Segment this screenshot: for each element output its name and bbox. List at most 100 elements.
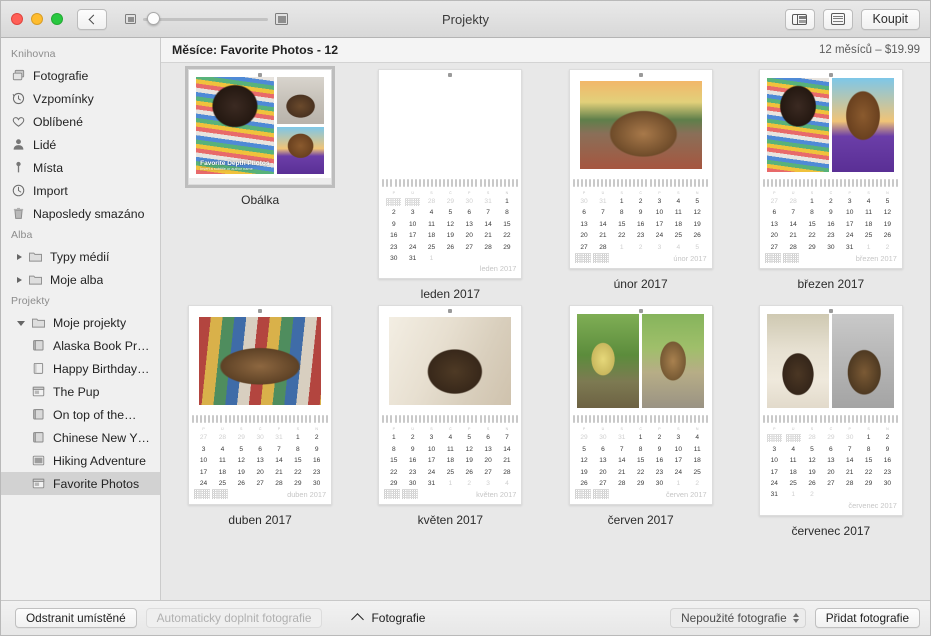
month-photo[interactable]	[767, 78, 830, 172]
calendar-day-cell: 26	[580, 479, 588, 487]
cover-title[interactable]: Favorite Depth Photos	[200, 160, 270, 167]
photos-icon	[11, 68, 26, 83]
calendar-month-page[interactable]: P Ú S Č P S N 1 2 3 4 5 6 7 8 9 10 11 12 13 14 15 16 17 18 19 20 21…	[378, 305, 523, 506]
cover-photo-pane[interactable]: Favorite Depth Photos Insert a subtitle o…	[189, 70, 332, 178]
sidebar-item-label: Fotografie	[33, 68, 89, 83]
sidebar-item-moje-alba[interactable]: Moje alba	[1, 268, 160, 291]
calendar-day-cell: 29	[864, 479, 873, 487]
month-photo[interactable]	[577, 314, 640, 409]
month-photo-layout	[766, 312, 896, 410]
zoom-slider-knob[interactable]	[147, 12, 160, 25]
calendar-month-page[interactable]: P Ú S Č P S N 30 31 1 2 3 4 5 6 7 8 9 10 11 12 13 14 15 16 17 18 19…	[568, 69, 713, 269]
sidebar-item-fotografie[interactable]: Fotografie	[1, 64, 160, 87]
sidebar-item-the-pup[interactable]: The Pup	[1, 380, 160, 403]
month-photo-pane[interactable]	[189, 306, 332, 415]
month-photo[interactable]	[642, 314, 705, 409]
remove-placed-button[interactable]: Odstranit umístěné	[15, 608, 137, 628]
calendar-day-cell: 4	[695, 434, 700, 442]
sidebar-item-vzpom-nky[interactable]: Vzpomínky	[1, 87, 160, 110]
add-photos-button[interactable]: Přidat fotografie	[814, 608, 920, 628]
sidebar-item-alaska-book-pr[interactable]: Alaska Book Pr…	[1, 334, 160, 357]
calendar-month-page[interactable]: P Ú S Č P S N 28 29 30 1 2 3 4 5 6 7 8 9 10 11 12 13 14 15 16 17 18…	[758, 305, 903, 516]
cover-photo-secondary[interactable]	[276, 127, 325, 174]
photo-filter-popup[interactable]: Nepoužité fotografie	[670, 608, 806, 628]
sidebar-item-hiking-adventure[interactable]: Hiking Adventure	[1, 449, 160, 472]
month-footer-thumbnails[interactable]	[764, 252, 799, 263]
cover-photo-main[interactable]: Favorite Depth Photos Insert a subtitle o…	[196, 77, 274, 174]
sidebar[interactable]: Knihovna Fotografie Vzpomínky Oblíbené Lidé M…	[1, 38, 161, 600]
month-photo[interactable]	[832, 78, 895, 172]
chevron-right-icon[interactable]	[17, 253, 22, 260]
chevron-down-icon[interactable]	[17, 321, 25, 326]
month-photo-pane[interactable]	[569, 70, 712, 178]
sidebar-item-naposledy-smaz-no[interactable]: Naposledy smazáno	[1, 202, 160, 225]
sidebar-item-import[interactable]: Import	[1, 179, 160, 202]
info-button[interactable]	[822, 8, 853, 30]
calendar-day-cell: 13	[256, 457, 264, 465]
memories-icon	[11, 91, 26, 106]
cover-photo-secondary[interactable]	[276, 77, 325, 124]
calendar-month-page[interactable]: P Ú S Č P S N 28 29 30 31 1 2 3 4 5 6 7 8 9 10 11 12 13 14 15 16 17…	[378, 69, 523, 280]
buy-button[interactable]: Koupit	[860, 8, 920, 30]
calendar-day-cell: 31	[275, 434, 283, 442]
sidebar-item-m-sta[interactable]: Místa	[1, 156, 160, 179]
month-photo-layout	[385, 312, 515, 410]
month-photo[interactable]	[418, 79, 482, 171]
calendar-day-cell: 27	[599, 479, 607, 487]
calendar-day-cell: 7	[619, 445, 624, 453]
cover-subtitle[interactable]: Insert a subtitle or author name	[200, 167, 270, 171]
zoom-slider-track[interactable]	[143, 12, 268, 25]
calendar-day-cell: 9	[829, 209, 833, 217]
calendar-month-page[interactable]: P Ú S Č P S N 29 30 31 1 2 3 4 5 6 7 8 9 10 11 12 13 14 15 16 17 18…	[568, 305, 713, 506]
calendar-day-cell: 10	[674, 445, 682, 453]
back-button[interactable]	[77, 8, 107, 30]
sidebar-item-happy-birthday[interactable]: Happy Birthday…	[1, 357, 160, 380]
month-photo[interactable]	[767, 314, 830, 409]
close-button[interactable]	[11, 13, 23, 25]
month-photo[interactable]	[389, 317, 512, 406]
month-photo-pane[interactable]	[759, 70, 902, 178]
sidebar-item-favorite-photos[interactable]: Favorite Photos	[1, 472, 160, 495]
photos-tray-toggle[interactable]: Fotografie	[351, 611, 425, 626]
month-mini-thumbnail[interactable]	[784, 432, 803, 443]
month-photo-pane[interactable]	[569, 306, 712, 415]
month-footer-thumbnails[interactable]	[194, 489, 229, 500]
zoom-slider[interactable]	[125, 12, 288, 25]
pages-canvas[interactable]: Favorite Depth Photos Insert a subtitle o…	[161, 63, 930, 600]
calendar-day-cell: 25	[789, 479, 797, 487]
calendar-day-cell: 25	[693, 468, 701, 476]
calendar-day-cell: 2	[885, 434, 890, 442]
sidebar-item-lid[interactable]: Lidé	[1, 133, 160, 156]
month-mini-thumbnail[interactable]	[384, 196, 403, 207]
month-photo[interactable]	[199, 317, 322, 406]
calendar-page-label: červenec 2017	[791, 523, 871, 538]
month-footer-row: červenec 2017	[765, 501, 896, 510]
window-controls[interactable]	[11, 13, 63, 25]
sidebar-item-chinese-new-y[interactable]: Chinese New Y…	[1, 426, 160, 449]
month-footer-thumbnails[interactable]	[574, 252, 609, 263]
sidebar-item-moje-projekty[interactable]: Moje projekty	[1, 311, 160, 334]
sidebar-item-obl-ben[interactable]: Oblíbené	[1, 110, 160, 133]
month-day-grid: P Ú S Č P S N 28 29 30 31 1 2 3 4 5 6 7 8 9 10 11 12 13 14 15 16 17…	[384, 191, 516, 264]
month-photo[interactable]	[832, 314, 895, 409]
month-photo[interactable]	[579, 81, 702, 169]
sidebar-item-on-top-of-the[interactable]: On top of the…	[1, 403, 160, 426]
zoom-button[interactable]	[51, 13, 63, 25]
chevron-right-icon[interactable]	[17, 276, 22, 283]
calendar-month-page[interactable]: P Ú S Č P S N 27 28 29 30 31 1 2 3 4 5 6 7 8 9 10 11 12 13 14 15 16…	[188, 305, 333, 506]
split-view-button[interactable]	[784, 8, 815, 30]
calendar-day-cell: 8	[866, 445, 871, 453]
calendar-cover-page[interactable]: Favorite Depth Photos Insert a subtitle o…	[185, 66, 336, 188]
split-view-icon	[792, 13, 808, 25]
month-footer-thumbnails[interactable]	[384, 489, 419, 500]
minimize-button[interactable]	[31, 13, 43, 25]
calendar-month-page[interactable]: P Ú S Č P S N 27 28 1 2 3 4 5 6 7 8 9 10 11 12 13 14 15 16 17 18 19…	[758, 69, 903, 269]
month-photo-pane[interactable]	[379, 306, 522, 415]
month-mini-thumbnail[interactable]	[403, 196, 422, 207]
sidebar-item-typy-m-di[interactable]: Typy médií	[1, 245, 160, 268]
calendar-day-cell: 16	[313, 457, 321, 465]
month-photo-pane[interactable]	[759, 306, 902, 415]
month-footer-thumbnails[interactable]	[574, 489, 609, 500]
month-mini-thumbnail[interactable]	[765, 432, 784, 443]
month-photo-pane[interactable]	[379, 70, 522, 178]
